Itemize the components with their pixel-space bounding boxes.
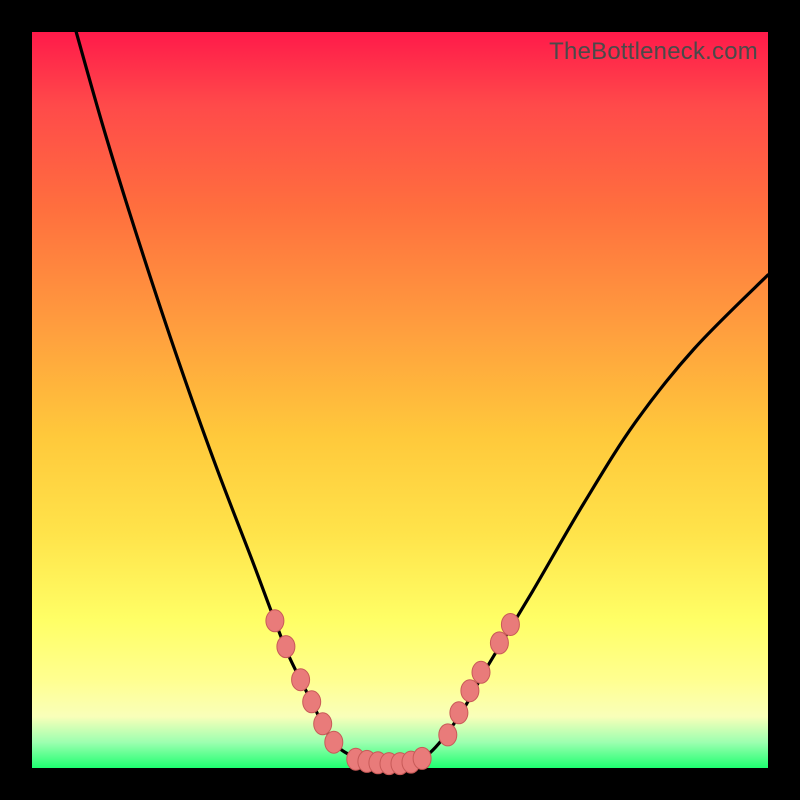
curve-marker (490, 632, 508, 654)
chart-frame: TheBottleneck.com (0, 0, 800, 800)
curve-marker (461, 680, 479, 702)
curve-marker (266, 610, 284, 632)
curve-marker (277, 636, 295, 658)
curve-marker (413, 747, 431, 769)
curve-marker (501, 614, 519, 636)
curve-marker (292, 669, 310, 691)
curve-marker (439, 724, 457, 746)
curve-marker (325, 731, 343, 753)
bottleneck-curve-svg (32, 32, 768, 768)
curve-markers (266, 610, 520, 775)
curve-marker (450, 702, 468, 724)
bottleneck-curve-path (76, 32, 768, 765)
watermark-text: TheBottleneck.com (549, 38, 758, 66)
curve-marker (303, 691, 321, 713)
curve-marker (314, 713, 332, 735)
curve-marker (472, 661, 490, 683)
plot-area: TheBottleneck.com (32, 32, 768, 768)
